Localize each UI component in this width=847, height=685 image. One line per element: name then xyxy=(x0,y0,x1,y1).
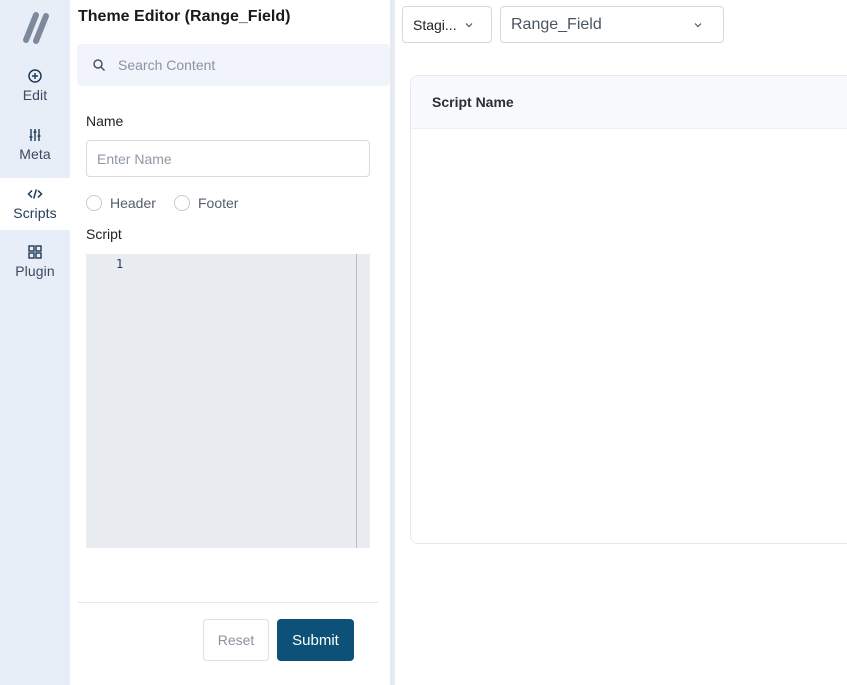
name-label: Name xyxy=(86,113,124,129)
search-bar[interactable] xyxy=(77,44,390,86)
radio-circle[interactable] xyxy=(174,195,190,211)
plus-circle-icon xyxy=(28,69,42,83)
rail-item-edit[interactable]: Edit xyxy=(0,60,70,112)
radio-label: Footer xyxy=(198,195,239,211)
code-icon xyxy=(27,189,43,199)
chevron-down-icon xyxy=(465,23,473,28)
reset-button[interactable]: Reset xyxy=(203,619,269,661)
name-field[interactable] xyxy=(86,140,370,177)
radio-label: Header xyxy=(110,195,156,211)
footer-divider xyxy=(78,602,378,603)
editor-vertical-ruler xyxy=(356,254,357,548)
radio-header[interactable]: Header xyxy=(86,195,156,211)
rail-item-label: Edit xyxy=(22,87,48,103)
radio-circle[interactable] xyxy=(86,195,102,211)
submit-button[interactable]: Submit xyxy=(277,619,354,661)
rail-item-label: Meta xyxy=(19,146,51,162)
rail-item-plugin[interactable]: Plugin xyxy=(0,236,70,288)
rail-item-label: Scripts xyxy=(13,205,57,221)
environment-select[interactable]: Stagi... xyxy=(402,6,492,43)
environment-value: Stagi... xyxy=(413,16,457,33)
panel-title: Theme Editor (Range_Field) xyxy=(78,8,291,25)
sliders-icon xyxy=(29,129,41,141)
column-header-script-name[interactable]: Script Name xyxy=(432,94,514,110)
theme-select[interactable]: Range_Field xyxy=(500,6,724,43)
script-label: Script xyxy=(86,226,122,242)
search-icon xyxy=(93,59,106,72)
theme-value: Range_Field xyxy=(511,15,602,33)
scripts-table: Script Name xyxy=(410,75,847,544)
app-logo-icon[interactable] xyxy=(14,10,52,46)
chevron-down-icon xyxy=(694,23,702,28)
radio-footer[interactable]: Footer xyxy=(174,195,238,211)
rail-item-scripts[interactable]: Scripts xyxy=(0,178,70,230)
line-number: 1 xyxy=(116,257,124,271)
rail-item-label: Plugin xyxy=(15,263,55,279)
table-header-row: Script Name xyxy=(411,76,847,129)
search-input[interactable] xyxy=(118,57,368,73)
icon-rail: Edit Meta Scripts Plugin xyxy=(0,0,70,685)
rail-item-meta[interactable]: Meta xyxy=(0,119,70,171)
script-code-editor[interactable]: 1 xyxy=(86,254,370,548)
theme-editor-panel: Theme Editor (Range_Field) Name Header F… xyxy=(70,0,390,685)
grid-icon xyxy=(28,245,42,259)
scripts-content: Stagi... Range_Field Script Name xyxy=(395,0,847,685)
